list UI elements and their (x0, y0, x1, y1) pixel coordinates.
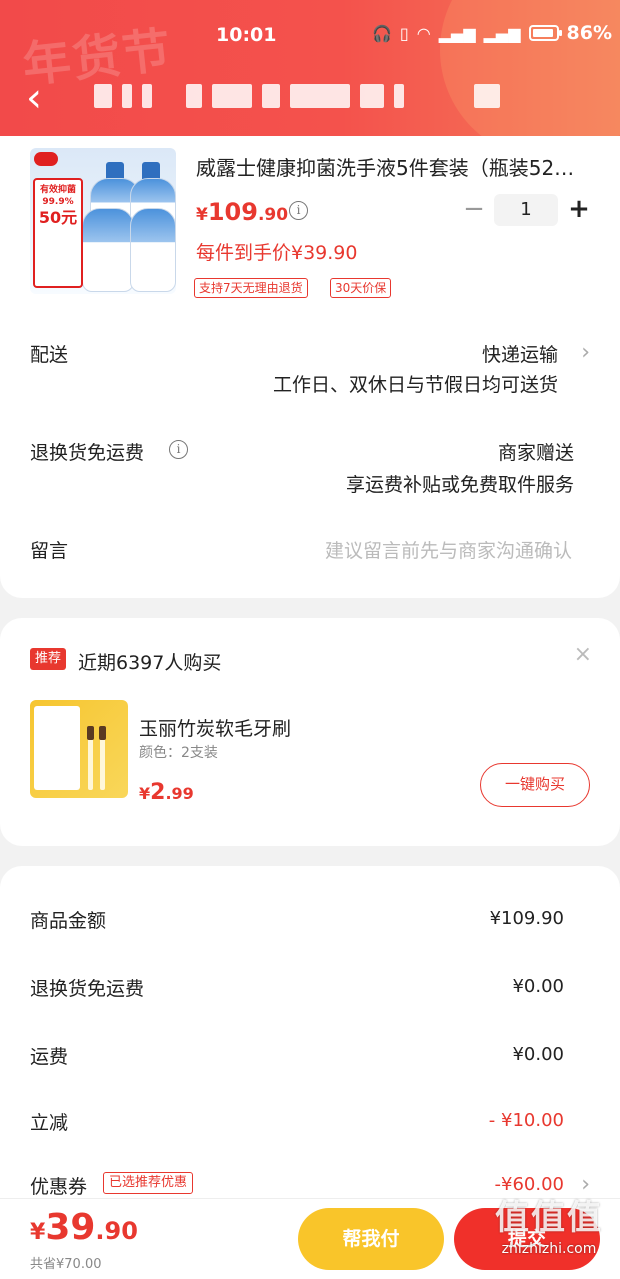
shipping-fee-value: ¥0.00 (512, 1044, 564, 1065)
instant-discount-label: 立减 (30, 1112, 69, 1134)
status-time: 10:01 (216, 24, 277, 46)
close-icon[interactable]: × (574, 642, 592, 667)
order-product-card: 有效抑菌 99.9% 50元 威露士健康抑菌洗手液5件套装（瓶装52… ¥109… (0, 136, 620, 598)
shipping-fee-label: 运费 (30, 1046, 69, 1068)
recommended-product-price: ¥2.99 (139, 780, 194, 805)
recommend-badge: 推荐 (30, 648, 67, 670)
delivery-chevron-icon[interactable]: › (581, 340, 590, 365)
quantity-increase-button[interactable]: + (566, 196, 592, 222)
return-shipping-value: 商家赠送 (497, 442, 574, 464)
return-shipping-info-icon[interactable]: i (169, 440, 188, 459)
recommended-product-spec: 颜色：2支装 (139, 745, 218, 761)
headphone-icon: 🎧 (372, 23, 392, 43)
site-watermark: 值值值 zhizhizhi.com (495, 1198, 603, 1257)
per-item-price: 每件到手价¥39.90 (196, 242, 358, 264)
return-shipping-label: 退换货免运费 (30, 442, 145, 464)
wifi-icon: ◠ (416, 23, 431, 43)
return-fee-label: 退换货免运费 (30, 978, 145, 1000)
price-info-icon[interactable]: i (289, 201, 308, 220)
battery-icon (528, 25, 562, 41)
recommendation-title: 近期6397人购买 (78, 652, 222, 674)
signal-icon-2: ▂▄▆ (483, 23, 521, 43)
one-click-buy-button[interactable]: 一键购买 (480, 763, 590, 807)
product-price: ¥109.90 (196, 198, 289, 226)
coupon-selected-tag: 已选推荐优惠 (103, 1172, 194, 1194)
delivery-note: 工作日、双休日与节假日均可送货 (272, 374, 558, 396)
help-pay-button[interactable]: 帮我付 (298, 1208, 444, 1270)
delivery-method[interactable]: 快递运输 (482, 340, 558, 367)
instant-discount-value: - ¥10.00 (488, 1110, 564, 1131)
quantity-input[interactable]: 1 (494, 194, 558, 226)
return-shipping-note: 享运费补贴或免费取件服务 (345, 474, 574, 496)
status-bar: 10:01 🎧 ▯ ◠ ▂▄▆ ▂▄▆ 86% (0, 22, 620, 52)
message-label: 留言 (30, 540, 69, 562)
product-title[interactable]: 威露士健康抑菌洗手液5件套装（瓶装52… (196, 152, 596, 181)
vibrate-icon: ▯ (399, 23, 409, 43)
recommended-product-image[interactable] (30, 700, 128, 798)
signal-icon: ▂▄▆ (438, 23, 476, 43)
quantity-decrease-button[interactable]: − (462, 196, 486, 222)
product-image[interactable]: 有效抑菌 99.9% 50元 (30, 148, 176, 294)
coupon-label: 优惠券 (30, 1176, 88, 1198)
subtotal-label: 商品金额 (30, 910, 107, 932)
recommended-product-name[interactable]: 玉丽竹炭软毛牙刷 (139, 714, 291, 741)
blurred-page-title (94, 84, 500, 108)
total-saved: 共省¥70.00 (30, 1257, 102, 1272)
delivery-label: 配送 (30, 344, 69, 366)
order-total: ¥39.90 (30, 1207, 138, 1248)
back-arrow-icon[interactable]: ‹ (26, 78, 62, 118)
header-decoration (440, 0, 620, 140)
header: 年货节 10:01 🎧 ▯ ◠ ▂▄▆ ▂▄▆ 86% ‹ (0, 0, 620, 140)
product-image-badge: 有效抑菌 99.9% 50元 (33, 178, 83, 288)
subtotal-value: ¥109.90 (489, 908, 564, 929)
message-input[interactable]: 建议留言前先与商家沟通确认 (325, 536, 572, 563)
recommendation-card: 推荐 近期6397人购买 × 玉丽竹炭软毛牙刷 颜色：2支装 ¥2.99 一键购… (0, 618, 620, 846)
battery-percent: 86% (566, 22, 613, 44)
price-protection-tag: 30天价保 (330, 278, 392, 298)
status-icons: 🎧 ▯ ◠ ▂▄▆ ▂▄▆ 86% (372, 22, 612, 44)
return-fee-value: ¥0.00 (512, 976, 564, 997)
return-policy-tag: 支持7天无理由退货 (194, 278, 308, 298)
brand-logo (34, 152, 58, 166)
